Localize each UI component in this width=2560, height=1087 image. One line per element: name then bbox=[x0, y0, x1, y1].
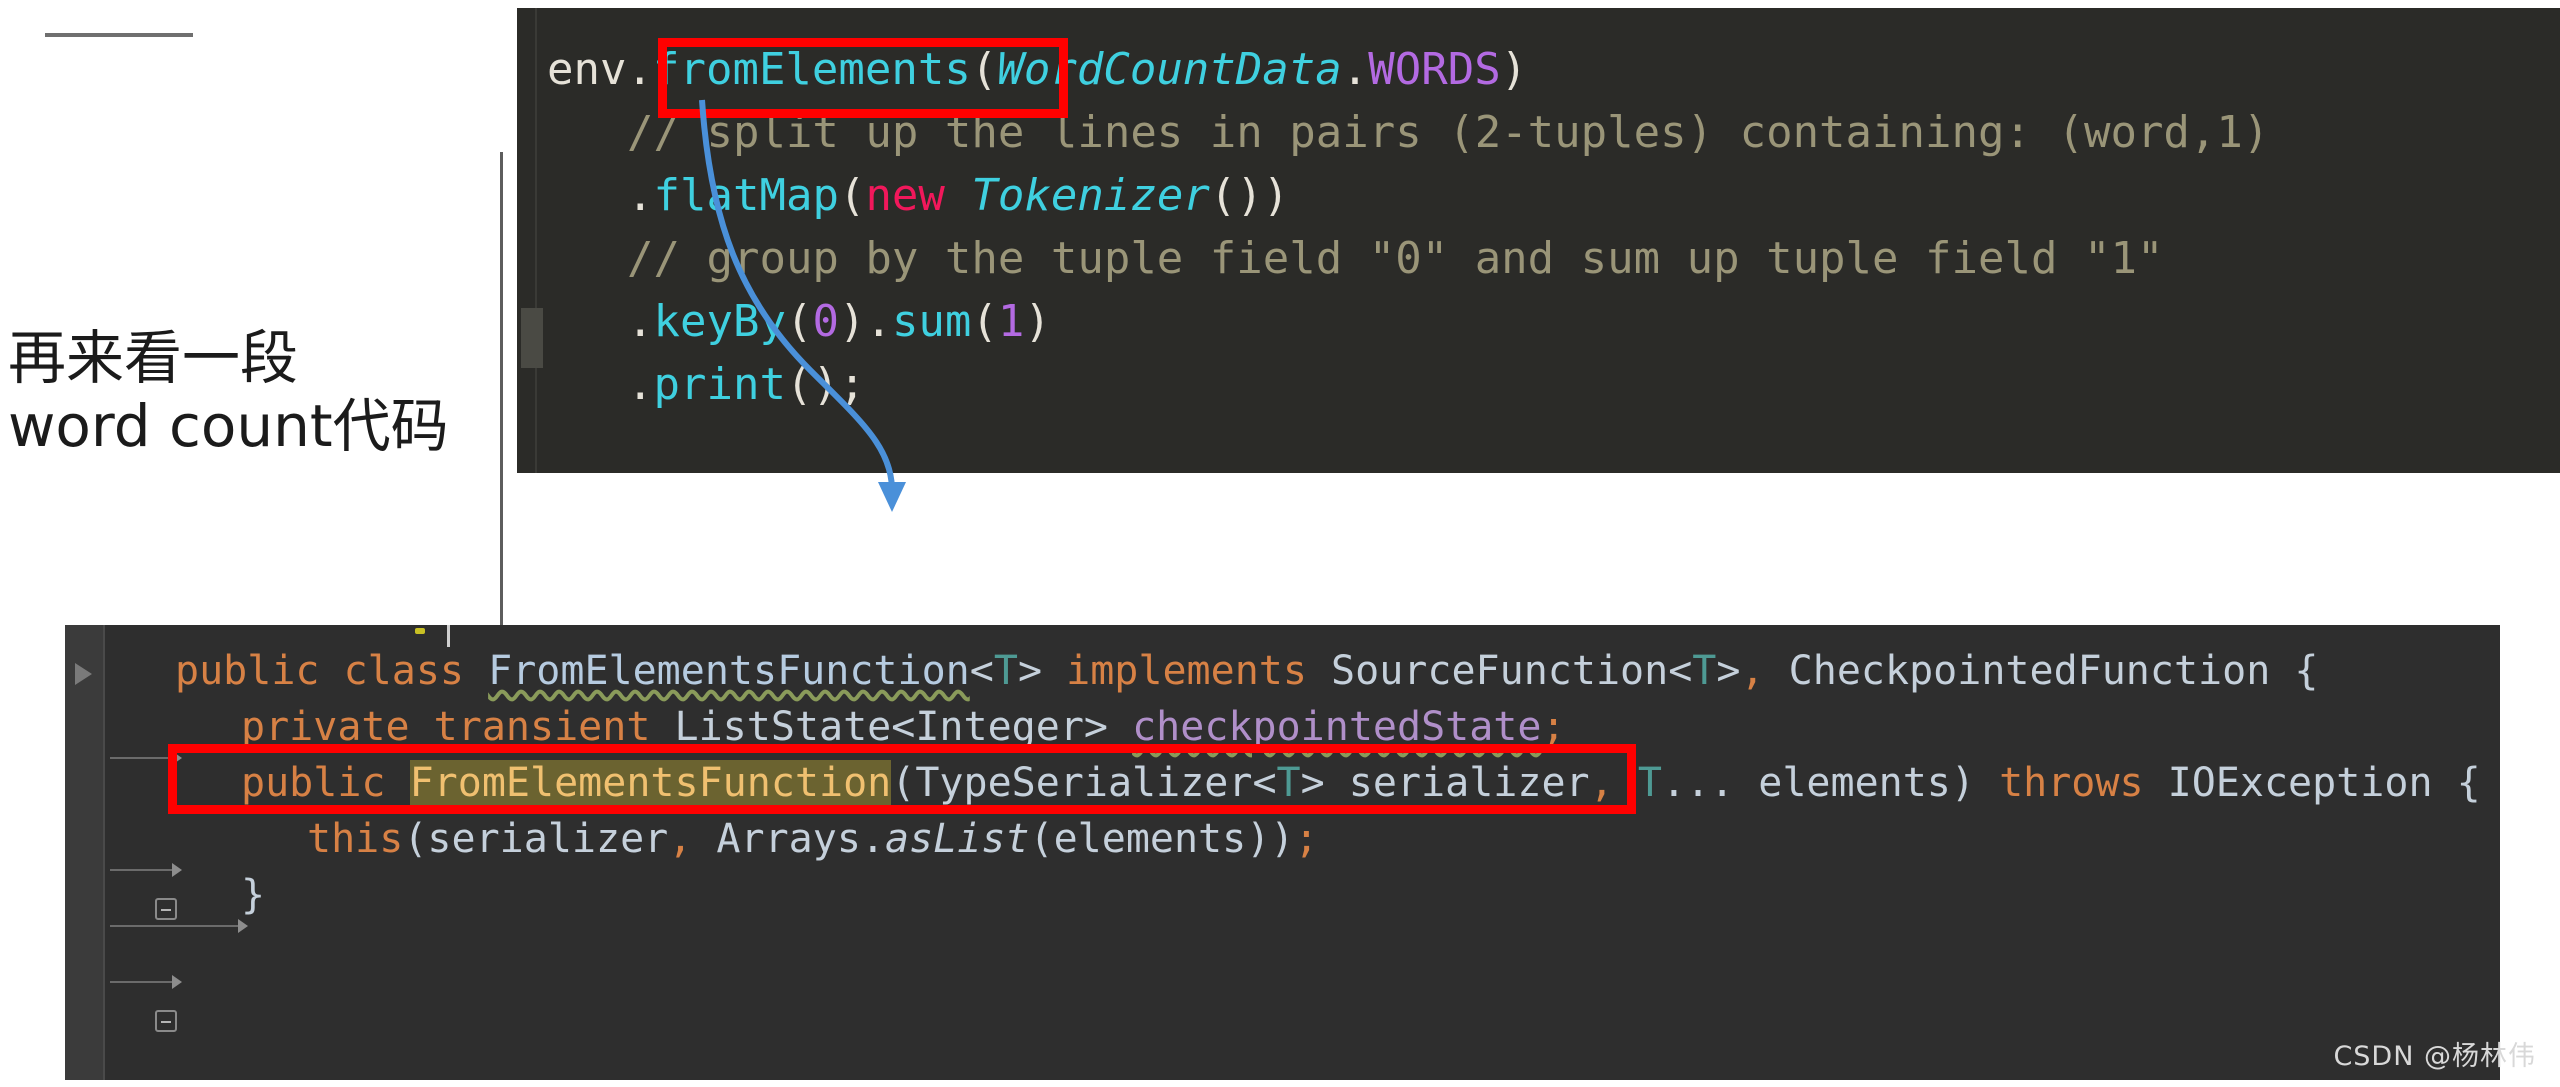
code-token: env bbox=[547, 44, 627, 95]
code-line: public FromElementsFunction(TypeSerializ… bbox=[175, 755, 2481, 811]
code-token: T bbox=[993, 648, 1018, 694]
fold-collapse-icon[interactable] bbox=[155, 1010, 177, 1032]
gutter-divider bbox=[103, 625, 105, 1080]
code-token: . bbox=[1341, 44, 1369, 95]
code-token: T bbox=[1276, 760, 1301, 806]
code-token: class bbox=[343, 648, 465, 694]
bottom-code-panel: public class FromElementsFunction<T> imp… bbox=[65, 625, 2500, 1080]
connector-arrow bbox=[699, 99, 906, 512]
code-token: } bbox=[241, 872, 266, 918]
code-token: ListState<Integer> bbox=[674, 704, 1133, 750]
code-token: ; bbox=[1541, 704, 1566, 750]
annotation-line-1: 再来看一段 bbox=[8, 324, 299, 392]
code-token: transient bbox=[433, 704, 651, 750]
code-token: (TypeSerializer< bbox=[891, 760, 1277, 806]
indent-guide bbox=[110, 925, 238, 927]
code-token: (serializer bbox=[403, 816, 669, 862]
code-fold-marker[interactable] bbox=[521, 308, 543, 368]
indent-guide bbox=[110, 757, 172, 759]
code-token: ; bbox=[1294, 816, 1319, 862]
bottom-code-text: public class FromElementsFunction<T> imp… bbox=[175, 643, 2481, 923]
code-token: FromElementsFunction bbox=[409, 760, 892, 806]
code-token: . bbox=[626, 44, 653, 95]
code-token: SourceFunction bbox=[1331, 648, 1669, 694]
code-token: CheckpointedFunction { bbox=[1764, 648, 2319, 694]
code-token: WORDS bbox=[1368, 44, 1501, 95]
top-left-rule bbox=[45, 33, 193, 37]
code-token: > bbox=[1017, 648, 1043, 694]
expand-triangle-icon[interactable] bbox=[75, 663, 92, 685]
code-line: this(serializer, Arrays.asList(elements)… bbox=[175, 811, 2481, 867]
code-token: T bbox=[1692, 648, 1717, 694]
code-token: ()) bbox=[1209, 170, 1290, 221]
code-indent-guide bbox=[535, 8, 537, 473]
code-token: private bbox=[241, 704, 410, 750]
code-token: . bbox=[627, 359, 654, 410]
code-token: , bbox=[668, 816, 693, 862]
code-token: checkpointedState bbox=[1132, 704, 1542, 750]
code-token: < bbox=[969, 648, 994, 694]
code-token: T bbox=[1637, 760, 1662, 806]
code-token: > bbox=[1716, 648, 1741, 694]
code-line: } bbox=[175, 867, 2481, 923]
indent-arrow-icon bbox=[172, 975, 182, 989]
code-token: ) bbox=[1500, 44, 1528, 95]
code-token: ( bbox=[970, 44, 998, 95]
text-caret bbox=[447, 625, 450, 647]
code-token: . bbox=[627, 296, 654, 347]
code-token: . bbox=[627, 170, 654, 221]
indent-guide bbox=[110, 869, 172, 871]
code-token: Arrays. bbox=[692, 816, 885, 862]
indent-arrow-icon bbox=[172, 751, 182, 765]
fold-collapse-icon[interactable] bbox=[155, 898, 177, 920]
code-token: public bbox=[175, 648, 320, 694]
annotation-text: 再来看一段 word count代码 bbox=[8, 324, 478, 461]
code-line: public class FromElementsFunction<T> imp… bbox=[175, 643, 2481, 699]
indent-arrow-icon bbox=[172, 863, 182, 877]
indent-guide bbox=[110, 981, 172, 983]
code-token: FromElementsFunction bbox=[488, 648, 970, 694]
code-token: (elements)) bbox=[1029, 816, 1295, 862]
code-token: ... elements) bbox=[1661, 760, 2000, 806]
code-token: , bbox=[1740, 648, 1765, 694]
code-token: , bbox=[1589, 760, 1614, 806]
code-line: env.fromElements(WordCountData.WORDS) bbox=[547, 38, 2269, 101]
code-token: IOException { bbox=[2143, 760, 2481, 806]
warning-marker-icon bbox=[415, 628, 425, 634]
code-line: private transient ListState<Integer> che… bbox=[175, 699, 2481, 755]
code-token: WordCountData bbox=[997, 44, 1342, 95]
code-token: implements bbox=[1066, 648, 1307, 694]
code-token: asList bbox=[884, 816, 1030, 862]
code-token: > serializer bbox=[1300, 760, 1590, 806]
indent-arrow-icon bbox=[238, 919, 248, 933]
code-token: < bbox=[1668, 648, 1693, 694]
csdn-watermark: CSDN @杨林伟 bbox=[2333, 1041, 2536, 1072]
vertical-divider-rule bbox=[500, 152, 503, 642]
code-token: public bbox=[241, 760, 386, 806]
code-token: throws bbox=[1999, 760, 2144, 806]
editor-gutter bbox=[65, 625, 103, 1080]
code-token: this bbox=[307, 816, 404, 862]
code-token: fromElements bbox=[652, 44, 971, 95]
annotation-line-2: word count代码 bbox=[8, 391, 449, 460]
